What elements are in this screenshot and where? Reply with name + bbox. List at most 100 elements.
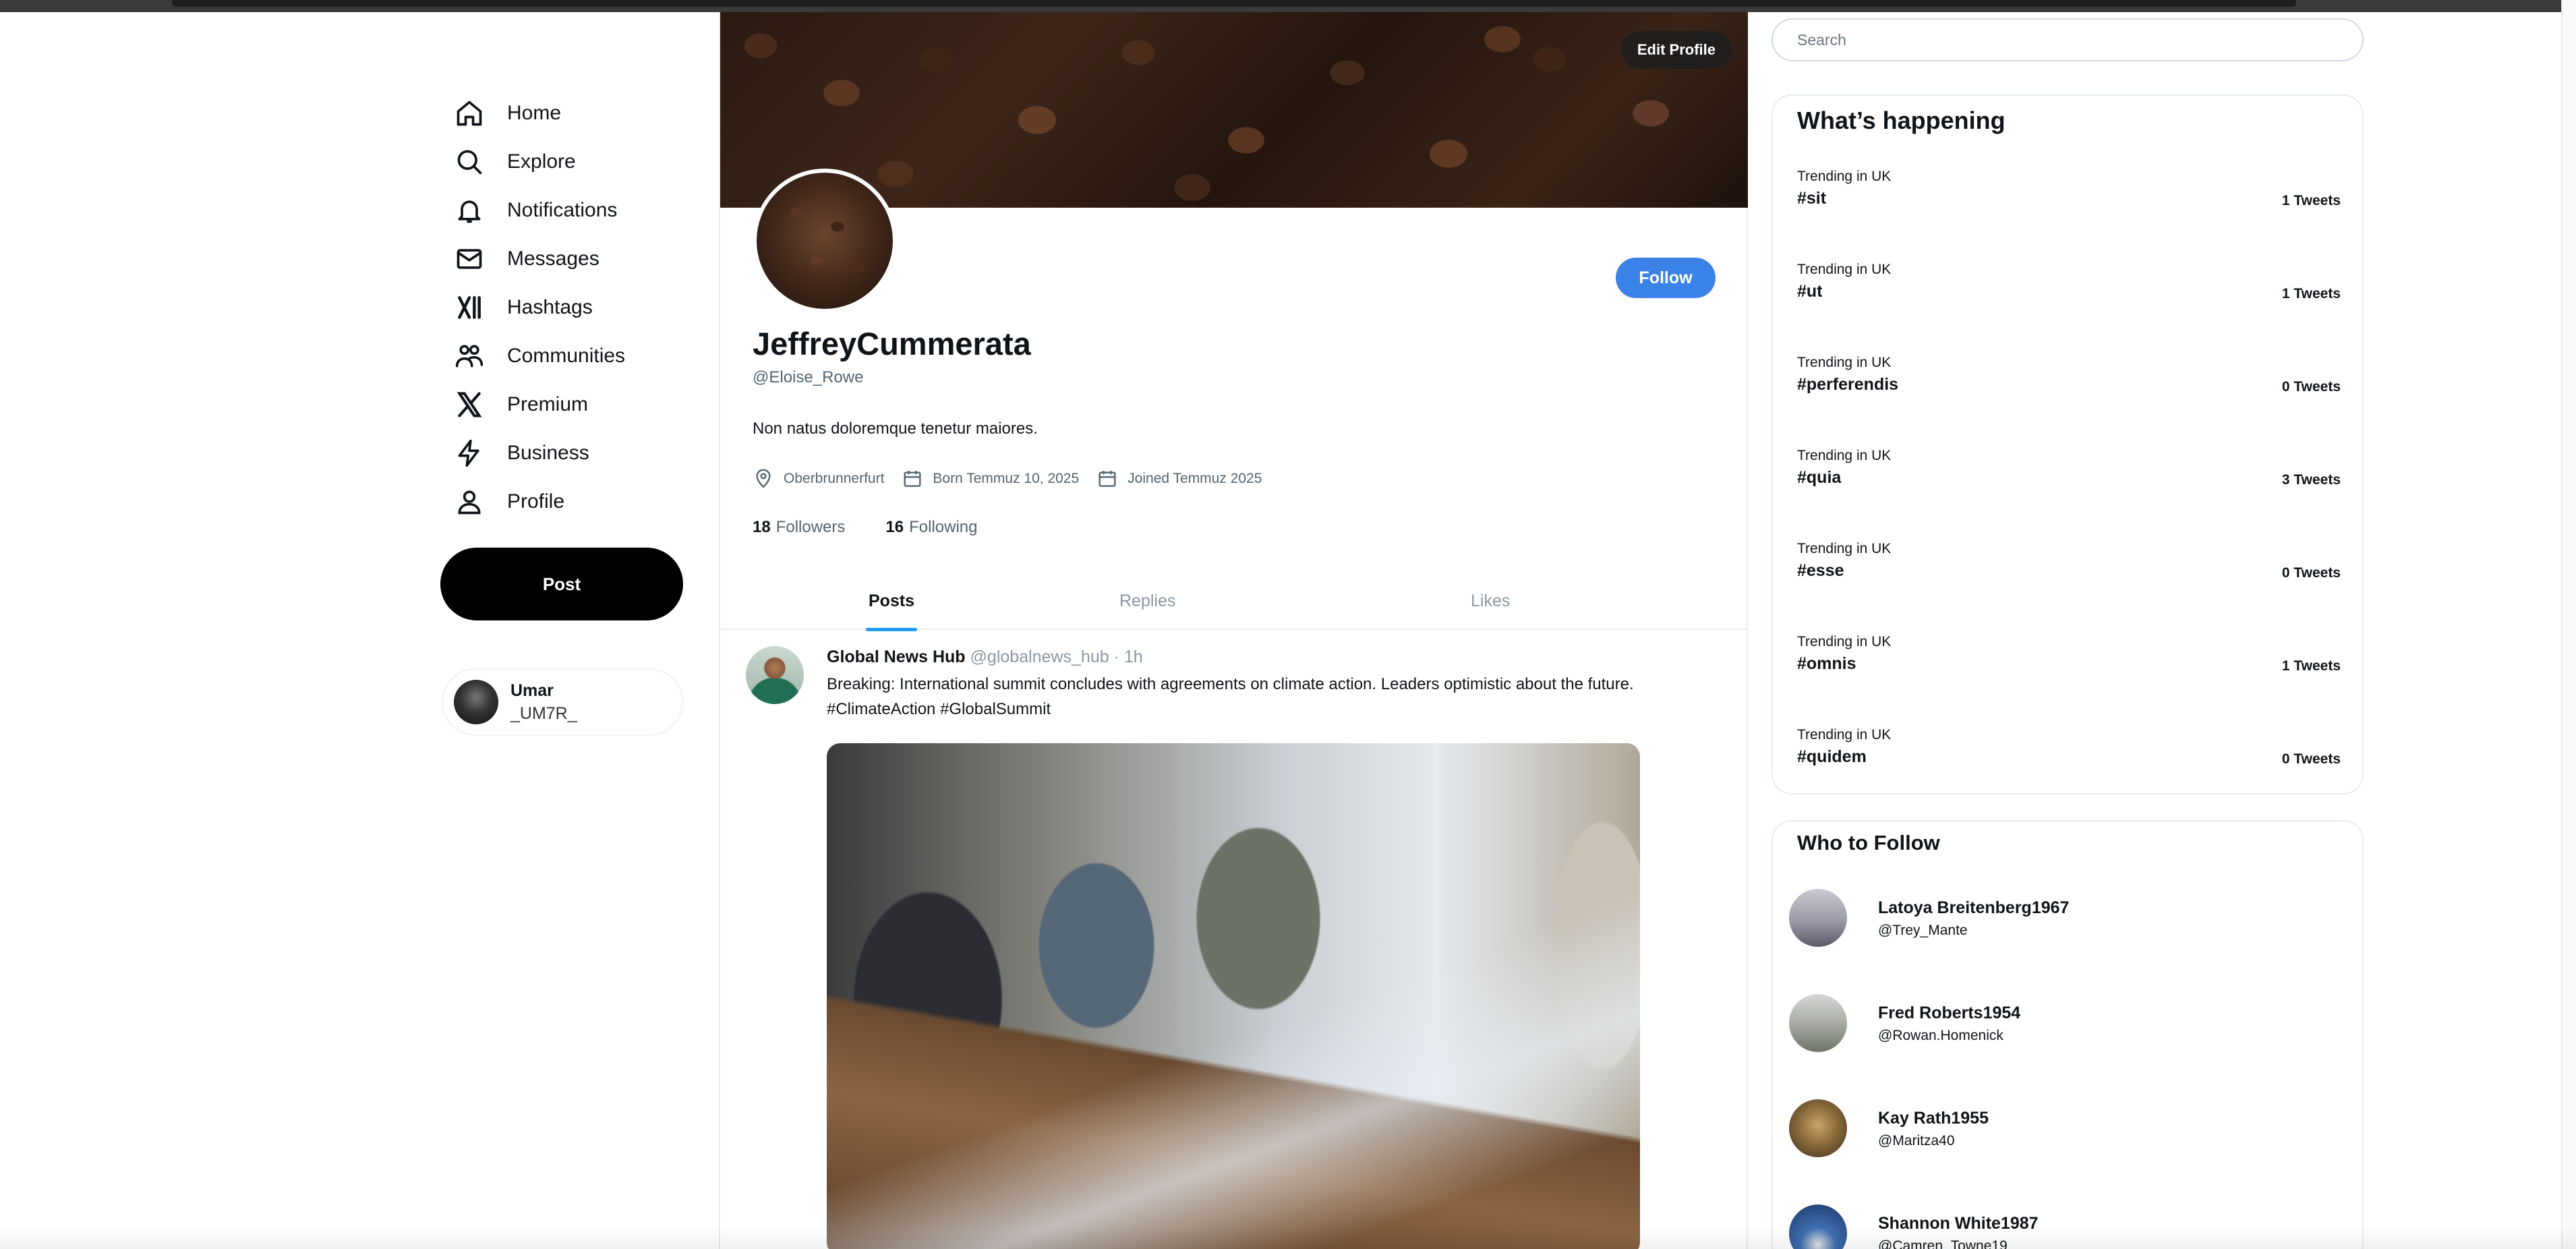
nav-label-messages: Messages bbox=[507, 248, 599, 270]
suggested-user-handle: @Rowan.Homenick bbox=[1878, 1028, 2003, 1043]
profile-handle: @Eloise_Rowe bbox=[753, 368, 864, 386]
following-count: 16 bbox=[885, 518, 904, 536]
profile-avatar[interactable] bbox=[753, 169, 897, 313]
post-button[interactable]: Post bbox=[440, 548, 683, 620]
profile-banner: Edit Profile bbox=[720, 12, 1748, 208]
trend-item[interactable]: Trending in UK #omnis 1 Tweets bbox=[1797, 634, 2341, 727]
tweet-text: Breaking: International summit concludes… bbox=[827, 675, 1634, 718]
trend-item[interactable]: Trending in UK #quia 3 Tweets bbox=[1797, 448, 2341, 541]
window-top-bar-inner bbox=[172, 0, 2296, 7]
trend-category: Trending in UK bbox=[1797, 634, 1892, 649]
search-icon bbox=[457, 150, 482, 175]
tweet-image[interactable] bbox=[827, 743, 1640, 1249]
profile-joined-text: Joined Temmuz 2025 bbox=[1128, 471, 1262, 486]
suggested-user-avatar bbox=[1789, 1099, 1847, 1157]
nav-item-messages[interactable]: Messages bbox=[445, 235, 688, 283]
tab-likes-label: Likes bbox=[1471, 591, 1511, 610]
trend-count: 0 Tweets bbox=[2281, 379, 2341, 395]
nav-label-profile: Profile bbox=[507, 490, 565, 513]
suggested-user[interactable]: Latoya Breitenberg1967 @Trey_Mante bbox=[1789, 889, 2342, 994]
suggested-user-avatar bbox=[1789, 994, 1847, 1052]
account-handle: _UM7R_ bbox=[510, 704, 577, 723]
profile-born-text: Born Temmuz 10, 2025 bbox=[933, 471, 1080, 486]
suggested-user-handle: @Trey_Mante bbox=[1878, 923, 1968, 938]
window-top-bar bbox=[0, 0, 2576, 12]
profile-column: Edit Profile Follow JeffreyCummerata @El… bbox=[719, 12, 1748, 1249]
trend-tag: #perferendis bbox=[1797, 375, 1899, 394]
home-icon bbox=[457, 100, 482, 126]
trend-count: 3 Tweets bbox=[2281, 472, 2341, 488]
trend-item[interactable]: Trending in UK #quidem 0 Tweets bbox=[1797, 727, 2341, 820]
trend-item[interactable]: Trending in UK #perferendis 0 Tweets bbox=[1797, 355, 2341, 448]
following-label: Following bbox=[909, 518, 978, 536]
calendar-icon bbox=[904, 471, 921, 487]
nav-item-profile[interactable]: Profile bbox=[445, 477, 688, 526]
tweet-author-avatar[interactable] bbox=[746, 646, 804, 704]
tab-likes[interactable]: Likes bbox=[1471, 572, 1510, 630]
account-name: Umar bbox=[510, 681, 554, 700]
followers-label: Followers bbox=[775, 518, 846, 536]
nav-item-notifications[interactable]: Notifications bbox=[445, 186, 688, 235]
trend-tag: #omnis bbox=[1797, 654, 1856, 673]
nav-item-explore[interactable]: Explore bbox=[445, 138, 688, 186]
nav-label-notifications: Notifications bbox=[507, 199, 618, 221]
followers-link[interactable]: 18 Followers bbox=[753, 518, 845, 537]
nav-item-communities[interactable]: Communities bbox=[445, 332, 688, 380]
nav-item-premium[interactable]: Premium bbox=[445, 380, 688, 429]
nav-item-business[interactable]: Business bbox=[445, 429, 688, 477]
bell-icon bbox=[458, 200, 481, 223]
nav-item-hashtags[interactable]: Hashtags bbox=[445, 283, 688, 332]
suggested-user[interactable]: Fred Roberts1954 @Rowan.Homenick bbox=[1789, 994, 2342, 1099]
main-navigation: Home Explore Notifications Messages Hash… bbox=[445, 89, 688, 526]
x-logo-icon bbox=[457, 392, 482, 417]
nav-label-premium: Premium bbox=[507, 393, 589, 415]
profile-location: Oberbrunnerfurt bbox=[753, 468, 884, 490]
nav-label-business: Business bbox=[507, 442, 589, 464]
trend-item[interactable]: Trending in UK #ut 1 Tweets bbox=[1797, 262, 2341, 355]
trend-item[interactable]: Trending in UK #sit 1 Tweets bbox=[1797, 169, 2341, 262]
profile-tabs: Posts Replies Likes bbox=[720, 572, 1748, 631]
trend-tag: #sit bbox=[1797, 189, 1827, 208]
followers-count: 18 bbox=[753, 518, 771, 536]
tweet-author-name[interactable]: Global News Hub bbox=[827, 647, 966, 666]
trend-tag: #quidem bbox=[1797, 747, 1867, 766]
trends-title: What’s happening bbox=[1797, 107, 2006, 134]
nav-label-home: Home bbox=[507, 102, 562, 124]
trend-tag: #ut bbox=[1797, 282, 1823, 301]
profile-bio: Non natus doloremque tenetur maiores. bbox=[753, 419, 1038, 438]
trend-count: 1 Tweets bbox=[2281, 286, 2341, 301]
search-input[interactable] bbox=[1772, 18, 2364, 61]
suggested-user-name: Kay Rath1955 bbox=[1878, 1109, 1989, 1128]
who-to-follow-panel: Who to Follow Latoya Breitenberg1967 @Tr… bbox=[1772, 820, 2364, 1249]
trend-category: Trending in UK bbox=[1797, 448, 1892, 463]
people-icon bbox=[455, 345, 484, 368]
following-link[interactable]: 16 Following bbox=[885, 518, 977, 537]
follow-button[interactable]: Follow bbox=[1616, 258, 1716, 298]
nav-item-home[interactable]: Home bbox=[445, 89, 688, 138]
tab-posts[interactable]: Posts bbox=[866, 572, 918, 631]
lightning-icon bbox=[458, 439, 479, 467]
account-switcher[interactable]: Umar _UM7R_ bbox=[442, 668, 683, 736]
suggested-user-avatar bbox=[1789, 1204, 1847, 1249]
trend-count: 0 Tweets bbox=[2281, 565, 2341, 581]
profile-name: JeffreyCummerata bbox=[753, 326, 1031, 361]
nav-label-hashtags: Hashtags bbox=[507, 296, 593, 318]
suggested-user[interactable]: Kay Rath1955 @Maritza40 bbox=[1789, 1099, 2342, 1204]
suggested-user-avatar bbox=[1789, 889, 1847, 947]
tab-replies-label: Replies bbox=[1119, 591, 1176, 610]
hashtag-x-icon bbox=[458, 296, 481, 319]
page-scrollbar[interactable] bbox=[2561, 0, 2576, 1249]
trend-category: Trending in UK bbox=[1797, 541, 1892, 556]
suggested-user[interactable]: Shannon White1987 @Camren_Towne19 bbox=[1789, 1204, 2342, 1249]
trend-tag: #esse bbox=[1797, 561, 1844, 580]
tweet[interactable]: Global News Hub @globalnews_hub · 1h Bre… bbox=[720, 631, 1748, 1249]
tweet-meta: @globalnews_hub · 1h bbox=[970, 647, 1143, 666]
trend-category: Trending in UK bbox=[1797, 262, 1892, 277]
trend-count: 1 Tweets bbox=[2281, 658, 2341, 674]
tweet-header: Global News Hub @globalnews_hub · 1h bbox=[827, 647, 1143, 667]
calendar-icon bbox=[1099, 471, 1116, 487]
edit-profile-button[interactable]: Edit Profile bbox=[1620, 31, 1732, 69]
location-pin-icon bbox=[756, 469, 771, 488]
trend-item[interactable]: Trending in UK #esse 0 Tweets bbox=[1797, 541, 2341, 634]
tab-replies[interactable]: Replies bbox=[1119, 572, 1175, 630]
